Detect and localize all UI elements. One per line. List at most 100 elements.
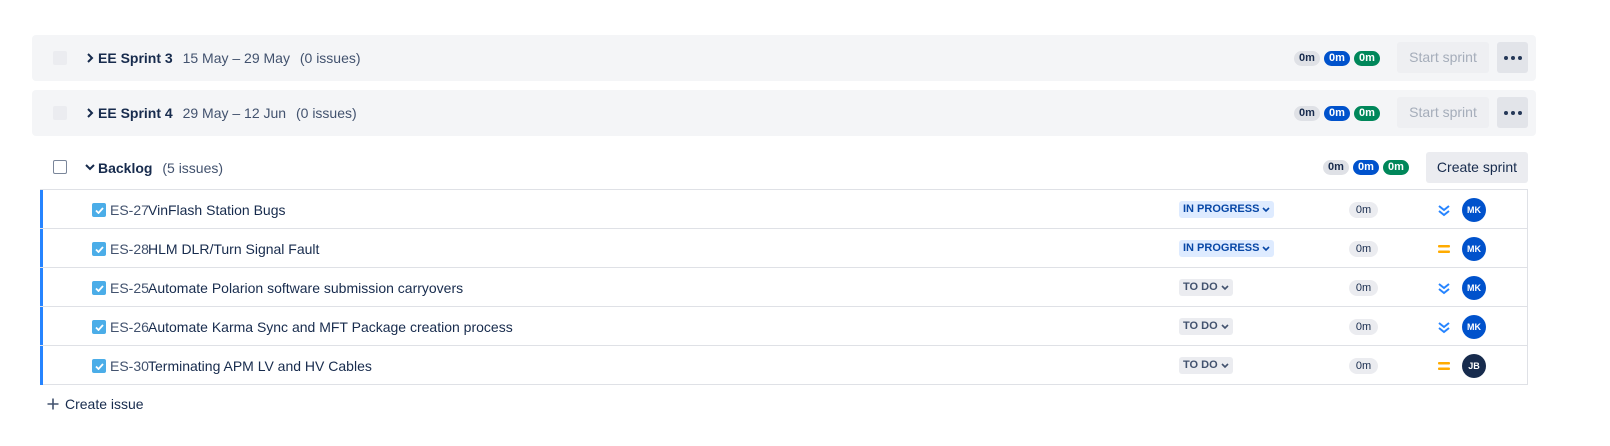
sprint-checkbox[interactable]	[53, 51, 67, 65]
task-icon	[92, 281, 106, 295]
estimate-badge: 0m	[1349, 241, 1378, 257]
issue-summary: Automate Polarion software submission ca…	[148, 280, 464, 296]
status-label: TO DO	[1183, 320, 1218, 332]
estimate-in-progress-badge: 0m	[1324, 51, 1350, 66]
status-dropdown[interactable]: IN PROGRESS	[1179, 240, 1275, 257]
assignee-avatar[interactable]: MK	[1462, 315, 1486, 339]
estimate-badge: 0m	[1349, 202, 1378, 218]
estimate-badge: 0m	[1349, 358, 1378, 374]
status-dropdown[interactable]: TO DO	[1179, 279, 1233, 296]
create-sprint-button[interactable]: Create sprint	[1426, 152, 1528, 183]
estimate-done-badge: 0m	[1354, 51, 1380, 66]
more-icon-dot	[1510, 55, 1515, 60]
assignee-avatar[interactable]: MK	[1462, 276, 1486, 300]
priority-lowest-icon	[1438, 205, 1450, 217]
plus-icon	[47, 398, 59, 410]
sprint-row[interactable]: EE Sprint 3 15 May – 29 May (0 issues) 0…	[32, 35, 1536, 81]
sprint-estimates: 0m 0m 0m	[1294, 106, 1380, 121]
row-stripe	[40, 190, 43, 228]
assignee-avatar[interactable]: MK	[1462, 198, 1486, 222]
row-stripe	[40, 268, 43, 306]
issue-key[interactable]: ES-30	[110, 358, 149, 374]
sprint-row[interactable]: EE Sprint 4 29 May – 12 Jun (0 issues) 0…	[32, 90, 1536, 136]
backlog-estimates: 0m 0m 0m	[1323, 160, 1409, 175]
issue-key[interactable]: ES-25	[110, 280, 149, 296]
issue-key[interactable]: ES-28	[110, 241, 149, 257]
status-dropdown[interactable]: TO DO	[1179, 318, 1233, 335]
start-sprint-button[interactable]: Start sprint	[1397, 97, 1489, 128]
status-label: TO DO	[1183, 359, 1218, 371]
backlog-checkbox[interactable]	[53, 160, 67, 174]
chevron-right-icon[interactable]	[83, 106, 97, 120]
estimate-badge: 0m	[1349, 280, 1378, 296]
issue-row[interactable]: ES-27 VinFlash Station Bugs IN PROGRESS …	[40, 190, 1527, 229]
issue-summary: VinFlash Station Bugs	[148, 202, 286, 218]
issue-summary: HLM DLR/Turn Signal Fault	[148, 241, 320, 257]
sprint-checkbox[interactable]	[53, 106, 67, 120]
estimate-done-badge: 0m	[1383, 160, 1409, 175]
estimate-todo-badge: 0m	[1294, 51, 1320, 66]
start-sprint-button[interactable]: Start sprint	[1397, 42, 1489, 73]
sprint-estimates: 0m 0m 0m	[1294, 51, 1380, 66]
more-icon	[1503, 110, 1508, 115]
estimate-done-badge: 0m	[1354, 106, 1380, 121]
chevron-right-icon[interactable]	[83, 51, 97, 65]
sprint-dates: 29 May – 12 Jun	[182, 105, 287, 121]
row-stripe	[40, 307, 43, 345]
chevron-down-icon	[1262, 206, 1270, 212]
backlog-issue-count: (5 issues)	[162, 160, 224, 176]
more-actions-button[interactable]	[1497, 42, 1528, 73]
row-stripe	[40, 346, 43, 385]
status-label: TO DO	[1183, 281, 1218, 293]
sprint-issue-count: (0 issues)	[299, 50, 361, 66]
chevron-down-icon	[1221, 323, 1229, 329]
create-issue-label: Create issue	[65, 396, 144, 412]
assignee-avatar[interactable]: MK	[1462, 237, 1486, 261]
estimate-todo-badge: 0m	[1294, 106, 1320, 121]
priority-medium-icon	[1438, 362, 1450, 370]
sprint-name[interactable]: EE Sprint 3	[98, 50, 173, 66]
issue-key[interactable]: ES-27	[110, 202, 149, 218]
sprint-dates: 15 May – 29 May	[182, 50, 290, 66]
issue-row[interactable]: ES-30 Terminating APM LV and HV Cables T…	[40, 346, 1527, 385]
chevron-down-icon	[1262, 245, 1270, 251]
backlog-title: Backlog (5 issues)	[98, 160, 223, 176]
task-icon	[92, 320, 106, 334]
estimate-in-progress-badge: 0m	[1353, 160, 1379, 175]
issue-key[interactable]: ES-26	[110, 319, 149, 335]
issue-row[interactable]: ES-26 Automate Karma Sync and MFT Packag…	[40, 307, 1527, 346]
estimate-todo-badge: 0m	[1323, 160, 1349, 175]
issue-row[interactable]: ES-28 HLM DLR/Turn Signal Fault IN PROGR…	[40, 229, 1527, 268]
sprint-title: EE Sprint 4 29 May – 12 Jun (0 issues)	[98, 105, 357, 121]
issue-list: ES-27 VinFlash Station Bugs IN PROGRESS …	[40, 189, 1528, 385]
status-dropdown[interactable]: TO DO	[1179, 357, 1233, 374]
sprint-name[interactable]: EE Sprint 4	[98, 105, 173, 121]
issue-summary: Automate Karma Sync and MFT Package crea…	[148, 319, 513, 335]
assignee-avatar[interactable]: JB	[1462, 354, 1486, 378]
task-icon	[92, 242, 106, 256]
backlog-header[interactable]: Backlog (5 issues) 0m 0m 0m Create sprin…	[32, 145, 1536, 189]
row-stripe	[40, 229, 43, 267]
more-icon-dot	[1510, 110, 1515, 115]
chevron-down-icon[interactable]	[83, 160, 97, 174]
create-issue-button[interactable]: Create issue	[47, 396, 144, 412]
estimate-badge: 0m	[1349, 319, 1378, 335]
status-dropdown[interactable]: IN PROGRESS	[1179, 201, 1275, 218]
priority-medium-icon	[1438, 245, 1450, 253]
priority-lowest-icon	[1438, 283, 1450, 295]
more-icon-dot	[1517, 110, 1522, 115]
sprint-issue-count: (0 issues)	[295, 105, 357, 121]
issue-row[interactable]: ES-25 Automate Polarion software submiss…	[40, 268, 1527, 307]
backlog-name: Backlog	[98, 160, 153, 176]
issue-summary: Terminating APM LV and HV Cables	[148, 358, 372, 374]
more-icon-dot	[1517, 55, 1522, 60]
task-icon	[92, 203, 106, 217]
status-label: IN PROGRESS	[1183, 242, 1260, 254]
chevron-down-icon	[1221, 362, 1229, 368]
priority-lowest-icon	[1438, 322, 1450, 334]
more-actions-button[interactable]	[1497, 97, 1528, 128]
chevron-down-icon	[1221, 284, 1229, 290]
status-label: IN PROGRESS	[1183, 203, 1260, 215]
sprint-title: EE Sprint 3 15 May – 29 May (0 issues)	[98, 50, 361, 66]
task-icon	[92, 359, 106, 373]
